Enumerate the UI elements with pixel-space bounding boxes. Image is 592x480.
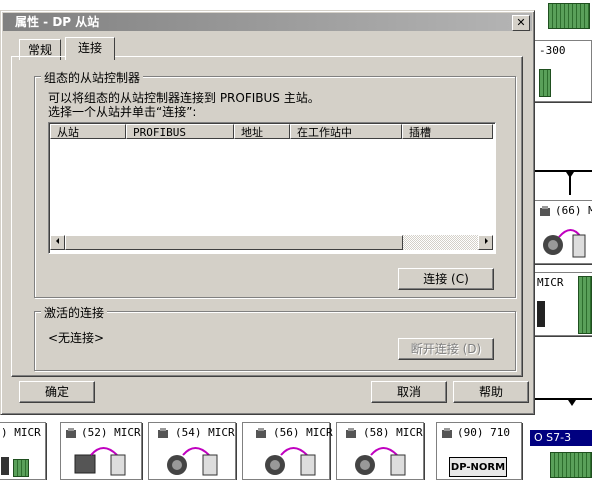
tab-connection[interactable]: 连接 <box>65 37 116 60</box>
station-66[interactable]: (66) MICR <box>534 200 592 264</box>
slave-icon <box>346 428 356 438</box>
description-line-2: 选择一个从站并单击“连接”: <box>48 105 197 119</box>
station-label: (54) MICR <box>175 426 235 439</box>
description-line-1: 可以将组态的从站控制器连接到 PROFIBUS 主站。 <box>48 91 320 105</box>
motor-icon <box>74 447 126 476</box>
slave-icon <box>540 206 550 216</box>
profibus-line <box>533 170 592 172</box>
horizontal-scrollbar[interactable] <box>50 235 493 250</box>
station-label: (56) MICR <box>273 426 333 439</box>
slave-icon <box>66 428 76 438</box>
rack-module <box>578 276 592 334</box>
active-group-legend: 激活的连接 <box>41 304 108 321</box>
station-52[interactable]: (52) MICR <box>60 422 142 480</box>
tab-label: 常规 <box>28 43 53 57</box>
properties-dialog: 属性 - DP 从站 ✕ 常规 连接 组态的从站控制器 可以将组态的从站控制器连… <box>0 10 535 415</box>
station-label: (66) MICR <box>555 204 592 217</box>
station-56[interactable]: (56) MICR <box>242 422 333 480</box>
station-top-right[interactable]: -300 <box>534 40 592 102</box>
scroll-right-button[interactable] <box>478 235 493 250</box>
column-header-profibus[interactable]: PROFIBUS <box>126 124 234 139</box>
station-label: -300 <box>539 44 566 57</box>
station-label: (52) MICR <box>81 426 141 439</box>
station-label: MICR <box>537 276 564 289</box>
bus-drop <box>569 175 571 195</box>
rack-module <box>539 69 551 97</box>
column-header-slot[interactable]: 插槽 <box>402 124 493 139</box>
connection-status: <无连接> <box>48 331 105 345</box>
station-54[interactable]: (54) MICR <box>148 422 236 480</box>
close-button[interactable]: ✕ <box>512 15 530 31</box>
device-block <box>537 301 545 327</box>
dialog-titlebar[interactable]: 属性 - DP 从站 ✕ <box>3 13 532 31</box>
slave-icon <box>442 428 452 438</box>
station-50[interactable]: ) MICR <box>0 422 46 480</box>
controller-description: 可以将组态的从站控制器连接到 PROFIBUS 主站。 选择一个从站并单击“连接… <box>48 91 320 119</box>
close-icon: ✕ <box>516 16 526 29</box>
disconnect-button[interactable]: 断开连接 (D) <box>398 338 494 360</box>
bus-tap <box>568 400 576 406</box>
column-header-in-station[interactable]: 在工作站中 <box>290 124 402 139</box>
cancel-button[interactable]: 取消 <box>371 381 447 403</box>
tab-panel: 组态的从站控制器 可以将组态的从站控制器连接到 PROFIBUS 主站。 选择一… <box>11 56 523 377</box>
connect-button[interactable]: 连接 (C) <box>398 268 494 290</box>
station-label: (58) MICR <box>363 426 423 439</box>
dp-norm-label: DP-NORM <box>449 457 507 477</box>
station-58[interactable]: (58) MICR <box>336 422 424 480</box>
column-header-slave[interactable]: 从站 <box>50 124 126 139</box>
motor-icon <box>355 447 406 476</box>
rack-module <box>548 3 590 29</box>
motor-icon <box>167 447 218 476</box>
controller-group-legend: 组态的从站控制器 <box>41 69 144 86</box>
slave-icon <box>158 428 168 438</box>
dialog-title: 属性 - DP 从站 <box>15 15 100 29</box>
rack-module <box>13 459 29 477</box>
rack-module <box>550 452 592 478</box>
arrow-left-icon <box>55 238 59 244</box>
arrow-right-icon <box>484 238 488 244</box>
s7-station-selected[interactable]: O S7-3 <box>530 430 592 446</box>
tab-label: 连接 <box>78 41 103 55</box>
device-block <box>1 457 9 475</box>
station-label: (90) 710 <box>457 426 510 439</box>
column-header-address[interactable]: 地址 <box>234 124 290 139</box>
motor-icon <box>543 229 586 258</box>
scroll-track[interactable] <box>403 235 478 250</box>
motor-icon <box>265 447 316 476</box>
station-label: O S7-3 <box>534 431 572 444</box>
scroll-left-button[interactable] <box>50 235 65 250</box>
slave-icon <box>256 428 266 438</box>
scroll-thumb[interactable] <box>65 235 403 250</box>
help-button[interactable]: 帮助 <box>453 381 529 403</box>
ok-button[interactable]: 确定 <box>19 381 95 403</box>
station-label: ) MICR <box>1 426 41 439</box>
slave-list[interactable]: 从站 PROFIBUS 地址 在工作站中 插槽 <box>48 122 496 254</box>
station-90[interactable]: (90) 710 DP-NORM <box>436 422 522 480</box>
